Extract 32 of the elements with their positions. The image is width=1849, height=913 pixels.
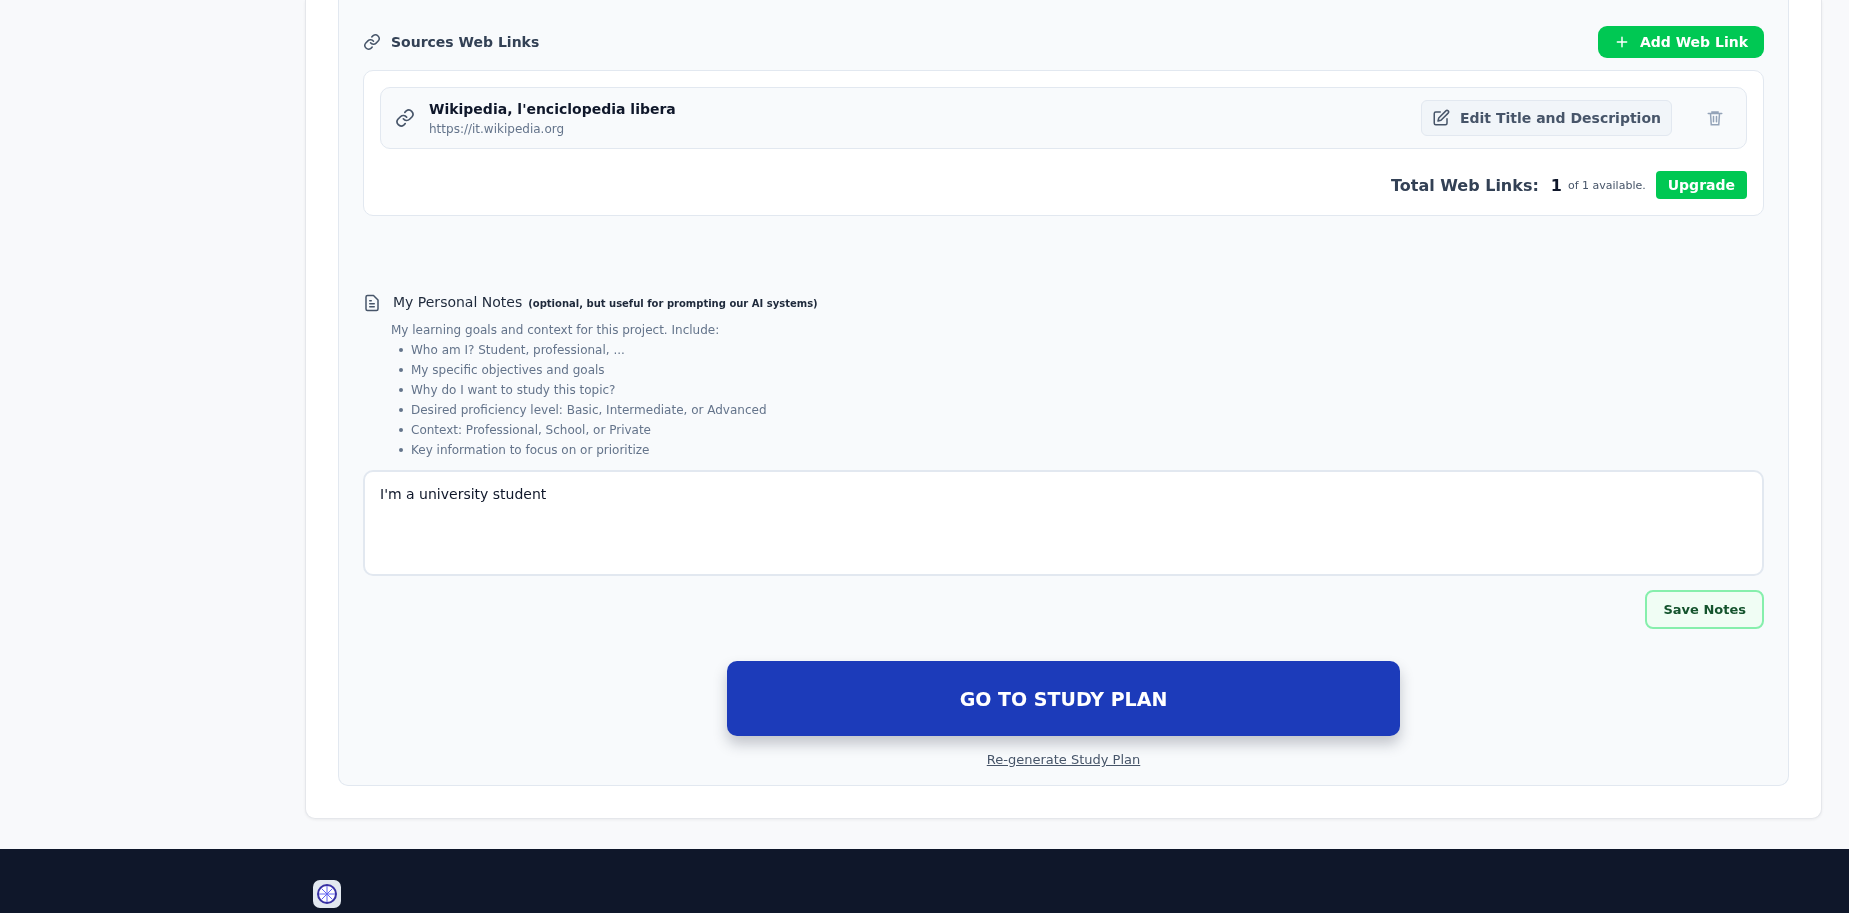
notes-title: My Personal Notes: [393, 294, 523, 310]
link-url: https://it.wikipedia.org: [429, 121, 566, 136]
hint-text: My specific objectives and goals: [411, 362, 605, 379]
notes-field[interactable]: I'm a university student: [363, 470, 1764, 576]
edit-icon: [1431, 109, 1450, 127]
section-title: Sources Web Links: [391, 34, 540, 50]
hint-text: Why do I want to study this topic?: [411, 382, 616, 399]
study-plan-button[interactable]: GO TO STUDY PLAN: [727, 661, 1400, 736]
total-suffix: of 1 available.: [1567, 178, 1646, 192]
link-icon: [395, 108, 415, 128]
bullet-icon: [399, 428, 403, 432]
hint-text: Context: Professional, School, or Private: [411, 422, 651, 439]
hint-text: Who am I? Student, professional, ...: [411, 342, 625, 359]
regenerate-link[interactable]: Re-generate Study Plan: [986, 752, 1141, 767]
hint-text: Key information to focus on or prioritize: [411, 442, 650, 459]
document-icon: [363, 294, 381, 312]
bullet-icon: [399, 448, 403, 452]
bullet-icon: [399, 348, 403, 352]
save-notes-button[interactable]: Save Notes: [1645, 590, 1764, 629]
logo-icon: [312, 879, 342, 909]
total-label: Total Web Links:: [1390, 175, 1539, 195]
total-count: 1: [1550, 175, 1562, 195]
bullet-icon: [399, 388, 403, 392]
notes-subtitle: (optional, but useful for prompting our AI systems): [528, 298, 818, 309]
bullet-icon: [399, 408, 403, 412]
notes-intro: My learning goals and context for this project. Include:: [391, 322, 721, 339]
edit-button[interactable]: Edit Title and Description: [1420, 100, 1672, 136]
link-icon: [363, 33, 381, 51]
bullet-icon: [399, 368, 403, 372]
hint-text: Desired proficiency level: Basic, Intermediate, or Advanced: [411, 402, 767, 419]
link-title: Wikipedia, l'enciclopedia libera: [429, 100, 677, 117]
delete-icon[interactable]: [1706, 109, 1724, 127]
